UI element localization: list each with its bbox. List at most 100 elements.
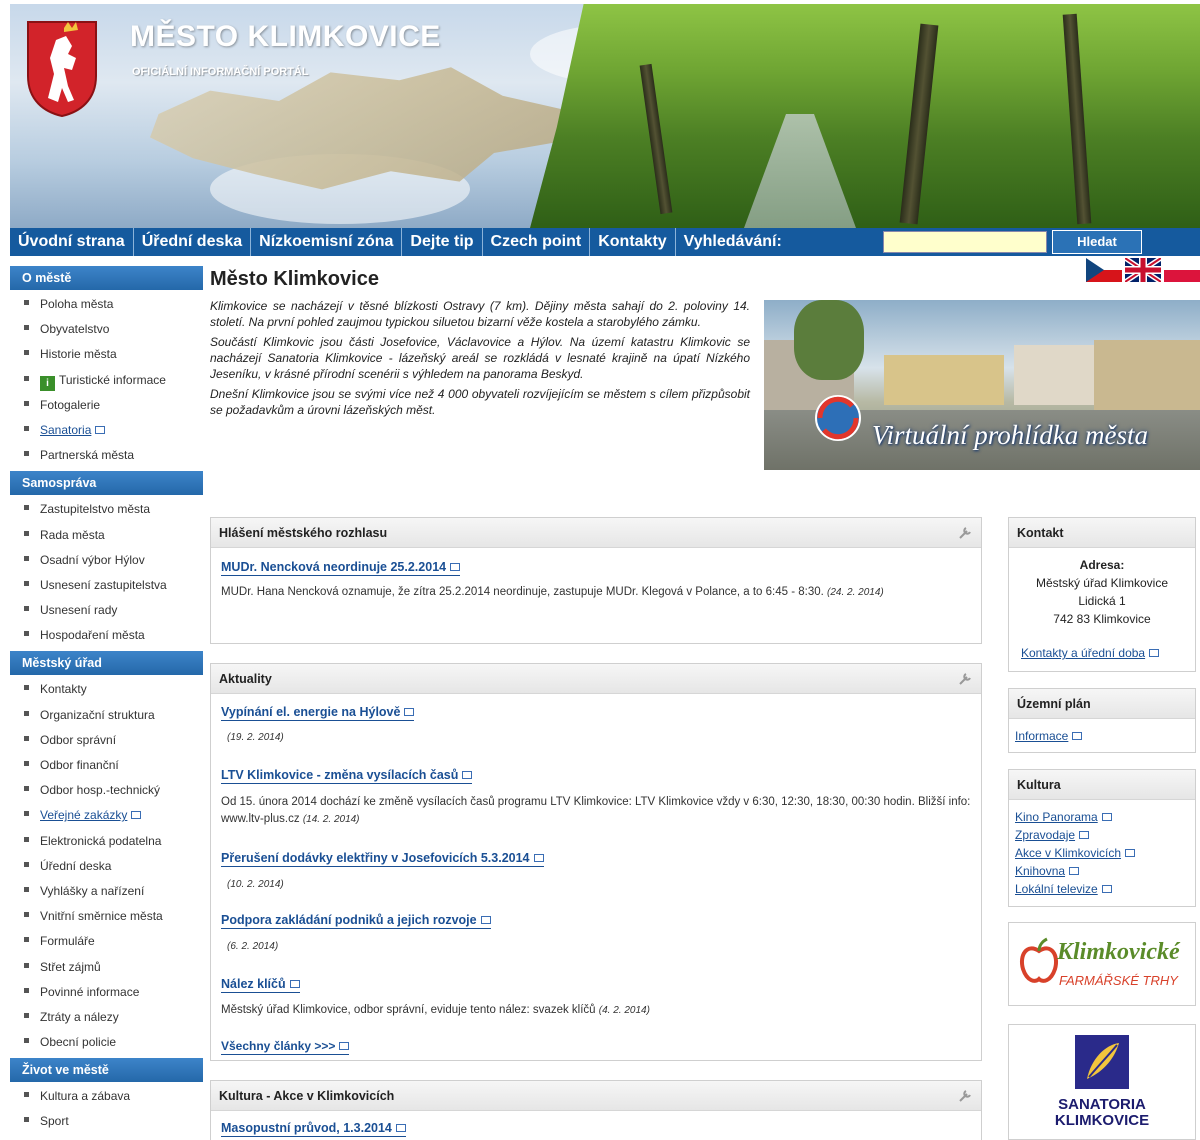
polish-flag-icon[interactable] xyxy=(1164,258,1200,282)
external-link-icon xyxy=(404,708,415,716)
wrench-icon[interactable] xyxy=(957,671,973,687)
sidebar-item-povinne-informace[interactable]: Povinné informace xyxy=(10,981,203,1006)
news-body: Městský úřad Klimkovice, odbor správní, … xyxy=(221,1004,596,1016)
search-label: Vyhledávání: xyxy=(683,233,782,250)
news-date: (10. 2. 2014) xyxy=(227,879,284,890)
sidebar-item-odbor-financni[interactable]: Odbor finanční xyxy=(10,754,203,779)
sidebar-item-stret-zajmu[interactable]: Střet zájmů xyxy=(10,956,203,981)
sidebar-item-kultura-zabava[interactable]: Kultura a zábava xyxy=(10,1085,203,1110)
farmers-market-banner[interactable]: Klimkovické FARMÁŘSKÉ TRHY xyxy=(1008,922,1196,1006)
zoning-info-link[interactable]: Informace xyxy=(1015,729,1068,743)
sidebar-list: Zastupitelstvo města Rada města Osadní v… xyxy=(10,495,203,651)
sidebar-item-uredni-deska[interactable]: Úřední deska xyxy=(10,855,203,880)
sidebar-list: Kultura a zábava Sport xyxy=(10,1082,203,1137)
nav-czech-point[interactable]: Czech point xyxy=(483,228,591,256)
nav-low-emission-zone[interactable]: Nízkoemisní zóna xyxy=(251,228,403,256)
uk-flag-icon[interactable] xyxy=(1125,258,1161,282)
sidebar-heading-mestsky-urad[interactable]: Městský úřad xyxy=(10,651,203,676)
nav-home[interactable]: Úvodní strana xyxy=(10,228,134,256)
event-title-link[interactable]: Masopustní průvod, 1.3.2014 xyxy=(221,1121,406,1137)
sidebar-item-formulare[interactable]: Formuláře xyxy=(10,930,203,955)
sidebar-item-poloha[interactable]: Poloha města xyxy=(10,293,203,318)
sidebar-item-vyhlasky[interactable]: Vyhlášky a nařízení xyxy=(10,880,203,905)
nav-give-tip[interactable]: Dejte tip xyxy=(402,228,483,256)
nav-contacts[interactable]: Kontakty xyxy=(590,228,676,256)
external-link-icon xyxy=(131,811,142,820)
culture-link-knihovna[interactable]: Knihovna xyxy=(1015,864,1065,878)
czech-flag-icon[interactable] xyxy=(1086,258,1122,282)
sidebar-item-hospodareni[interactable]: Hospodaření města xyxy=(10,624,203,649)
all-news-link[interactable]: Všechny články >>> xyxy=(221,1039,350,1055)
search-button[interactable]: Hledat xyxy=(1052,230,1142,254)
sidebar-item-obyvatelstvo[interactable]: Obyvatelstvo xyxy=(10,318,203,343)
news-item: Podpora zakládání podniků a jejich rozvo… xyxy=(221,911,491,929)
intro-paragraph: Součástí Klimkovic jsou části Josefovice… xyxy=(210,335,750,381)
box-title-text: Hlášení městského rozhlasu xyxy=(219,526,388,540)
sidebar-item-usneseni-zastupitelstva[interactable]: Usnesení zastupitelstva xyxy=(10,574,203,599)
contact-box: Kontakt Adresa: Městský úřad Klimkovice … xyxy=(1008,517,1196,672)
sidebar-heading-o-meste[interactable]: O městě xyxy=(10,266,203,290)
sidebar: O městě Poloha města Obyvatelstvo Histor… xyxy=(10,266,203,1138)
article-title: MUDr. Nencková neordinuje 25.2.2014 xyxy=(221,560,447,574)
sidebar-item-sanatoria[interactable]: Sanatoria xyxy=(10,419,203,444)
sidebar-item-zastupitelstvo[interactable]: Zastupitelstvo města xyxy=(10,498,203,523)
news-title-link[interactable]: Podpora zakládání podniků a jejich rozvo… xyxy=(221,913,491,929)
search-input[interactable] xyxy=(883,231,1047,253)
external-link-icon xyxy=(1079,831,1090,839)
intro-paragraph: Dnešní Klimkovice jsou se svými více než… xyxy=(210,387,750,417)
event-title: Masopustní průvod, 1.3.2014 xyxy=(221,1121,392,1135)
city-crest-icon[interactable] xyxy=(24,18,100,118)
intro-text: Klimkovice se nacházejí v těsné blízkost… xyxy=(210,298,750,422)
sidebar-item-fotogalerie[interactable]: Fotogalerie xyxy=(10,394,203,419)
sidebar-item-sport[interactable]: Sport xyxy=(10,1110,203,1135)
wrench-icon[interactable] xyxy=(957,525,973,541)
contacts-hours-link[interactable]: Kontakty a úřední doba xyxy=(1021,646,1145,660)
sidebar-item-usneseni-rady[interactable]: Usnesení rady xyxy=(10,599,203,624)
culture-link-televize[interactable]: Lokální televize xyxy=(1015,882,1098,896)
news-date: (14. 2. 2014) xyxy=(302,814,360,825)
sanatoria-banner[interactable]: SANATORIA KLIMKOVICE xyxy=(1008,1024,1196,1140)
nav-official-board[interactable]: Úřední deska xyxy=(134,228,252,256)
sidebar-item-organizacni[interactable]: Organizační struktura xyxy=(10,704,203,729)
sidebar-heading-zivot[interactable]: Život ve městě xyxy=(10,1058,203,1083)
sidebar-item-odbor-hosp[interactable]: Odbor hosp.-technický xyxy=(10,779,203,804)
site-subtitle: OFICIÁLNÍ INFORMAČNÍ PORTÁL xyxy=(132,66,309,78)
sidebar-item-turisticke[interactable]: i Turistické informace xyxy=(10,369,203,394)
news-title-link[interactable]: Nález klíčů xyxy=(221,977,300,993)
article-title-link[interactable]: MUDr. Nencková neordinuje 25.2.2014 xyxy=(221,560,461,576)
sidebar-item-policie[interactable]: Obecní policie xyxy=(10,1031,203,1056)
sidebar-item-odbor-spravni[interactable]: Odbor správní xyxy=(10,729,203,754)
sidebar-item-historie[interactable]: Historie města xyxy=(10,343,203,368)
sidebar-item-verejne-zakazky[interactable]: Veřejné zakázky xyxy=(10,804,203,829)
virtual-tour-banner[interactable]: Virtuální prohlídka města xyxy=(764,300,1200,470)
header-banner: MĚSTO KLIMKOVICE OFICIÁLNÍ INFORMAČNÍ PO… xyxy=(10,4,1200,228)
news-title-link[interactable]: Vypínání el. energie na Hýlově xyxy=(221,705,415,721)
wrench-icon[interactable] xyxy=(957,1088,973,1104)
sidebar-item-smernice[interactable]: Vnitřní směrnice města xyxy=(10,905,203,930)
box-title: Kultura - Akce v Klimkovicích xyxy=(211,1081,981,1111)
building-decor xyxy=(884,355,1004,405)
sidebar-item-kontakty[interactable]: Kontakty xyxy=(10,678,203,703)
culture-link-zpravodaje[interactable]: Zpravodaje xyxy=(1015,828,1075,842)
building-decor xyxy=(1094,340,1200,410)
culture-link-akce[interactable]: Akce v Klimkovicích xyxy=(1015,846,1121,860)
news-title-link[interactable]: LTV Klimkovice - změna vysílacích časů xyxy=(221,768,473,784)
box-title-text: Aktuality xyxy=(219,672,272,686)
article-body: MUDr. Hana Nencková oznamuje, že zítra 2… xyxy=(221,586,824,598)
sanatoria-banner-line2: KLIMKOVICE xyxy=(1054,1112,1150,1129)
sidebar-item-label: Turistické informace xyxy=(59,372,166,387)
sidebar-item-rada[interactable]: Rada města xyxy=(10,524,203,549)
sidebar-item-ztraty[interactable]: Ztráty a nálezy xyxy=(10,1006,203,1031)
culture-box: Kultura Kino Panorama Zpravodaje Akce v … xyxy=(1008,769,1196,907)
external-link-icon xyxy=(1072,732,1083,740)
news-title-link[interactable]: Přerušení dodávky elektřiny v Josefovicí… xyxy=(221,851,544,867)
sidebar-heading-samosprava[interactable]: Samospráva xyxy=(10,471,203,496)
address-line: Městský úřad Klimkovice xyxy=(1035,576,1169,590)
site-title[interactable]: MĚSTO KLIMKOVICE xyxy=(130,20,441,54)
culture-link-kino[interactable]: Kino Panorama xyxy=(1015,810,1098,824)
sidebar-item-partnerska[interactable]: Partnerská města xyxy=(10,444,203,469)
sidebar-item-osadni-vybor[interactable]: Osadní výbor Hýlov xyxy=(10,549,203,574)
sanatoria-banner-line1: SANATORIA xyxy=(1058,1096,1146,1113)
news-item: Přerušení dodávky elektřiny v Josefovicí… xyxy=(221,849,544,867)
sidebar-item-podatelna[interactable]: Elektronická podatelna xyxy=(10,830,203,855)
